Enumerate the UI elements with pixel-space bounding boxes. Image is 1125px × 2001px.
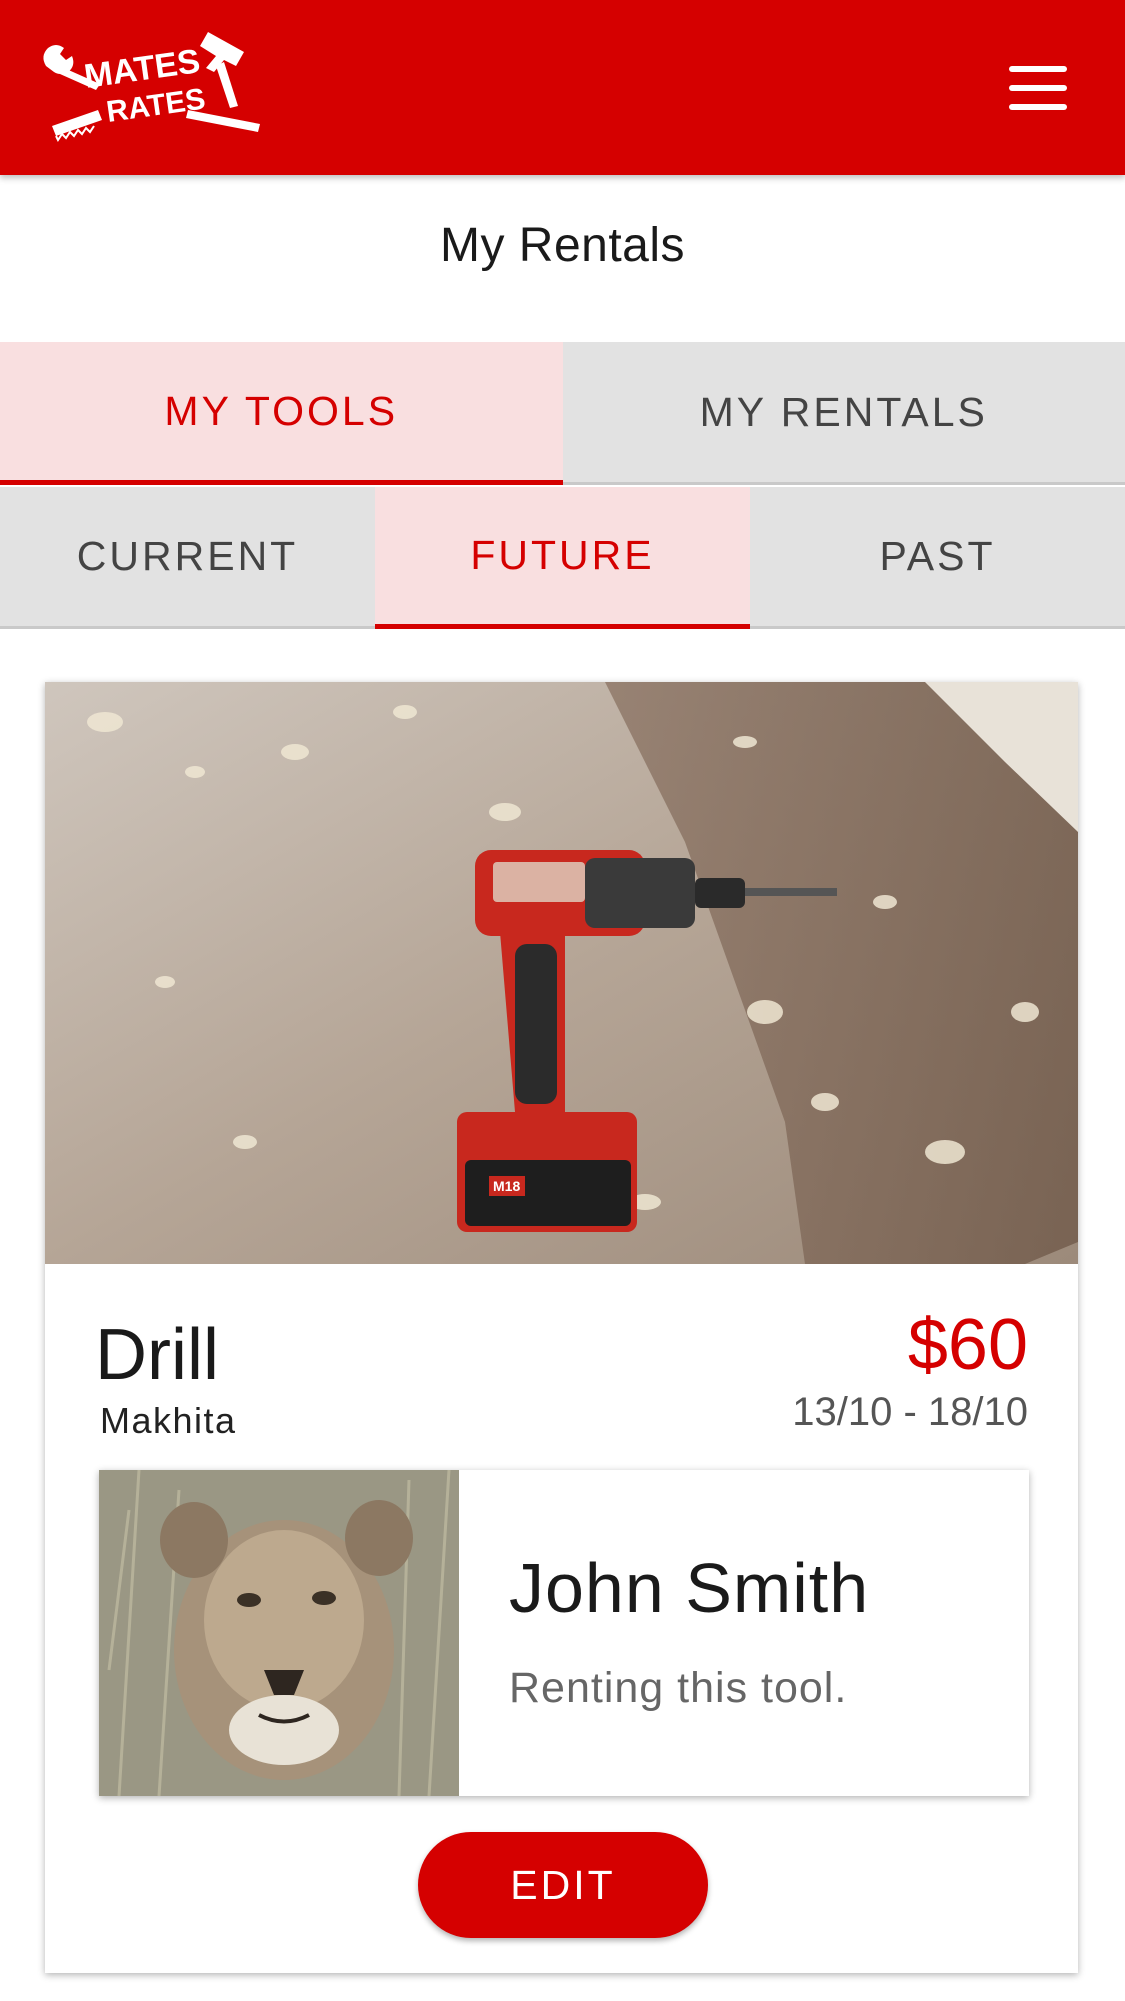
tab-my-tools[interactable]: MY TOOLS: [0, 342, 563, 485]
tab-my-rentals[interactable]: MY RENTALS: [562, 342, 1125, 485]
tool-name: Drill: [95, 1315, 219, 1395]
rental-dates: 13/10 - 18/10: [792, 1390, 1028, 1434]
tab-past[interactable]: PAST: [750, 487, 1125, 629]
renter-name: John Smith: [509, 1549, 870, 1627]
renter-avatar: [99, 1470, 459, 1796]
tool-brand: Makhita: [100, 1400, 237, 1441]
main-tabs: MY TOOLS MY RENTALS: [0, 342, 1125, 485]
rental-price: $60: [907, 1305, 1028, 1385]
rental-card: M18 Drill Makhita $60 13/10 - 18/10 John…: [45, 682, 1078, 1973]
renter-card[interactable]: John Smith Renting this tool.: [99, 1470, 1029, 1796]
edit-button[interactable]: EDIT: [418, 1832, 708, 1938]
hamburger-menu-icon[interactable]: [1009, 66, 1067, 110]
battery-label: M18: [493, 1178, 520, 1194]
sub-tabs: CURRENT FUTURE PAST: [0, 487, 1125, 629]
tab-future[interactable]: FUTURE: [375, 487, 750, 629]
renter-status: Renting this tool.: [509, 1664, 848, 1712]
tool-photo: M18: [45, 682, 1078, 1264]
app-bar: MATES RATES: [0, 0, 1125, 175]
page-title: My Rentals: [439, 219, 686, 272]
tab-current[interactable]: CURRENT: [0, 487, 375, 629]
mates-rates-logo[interactable]: MATES RATES: [38, 26, 278, 144]
